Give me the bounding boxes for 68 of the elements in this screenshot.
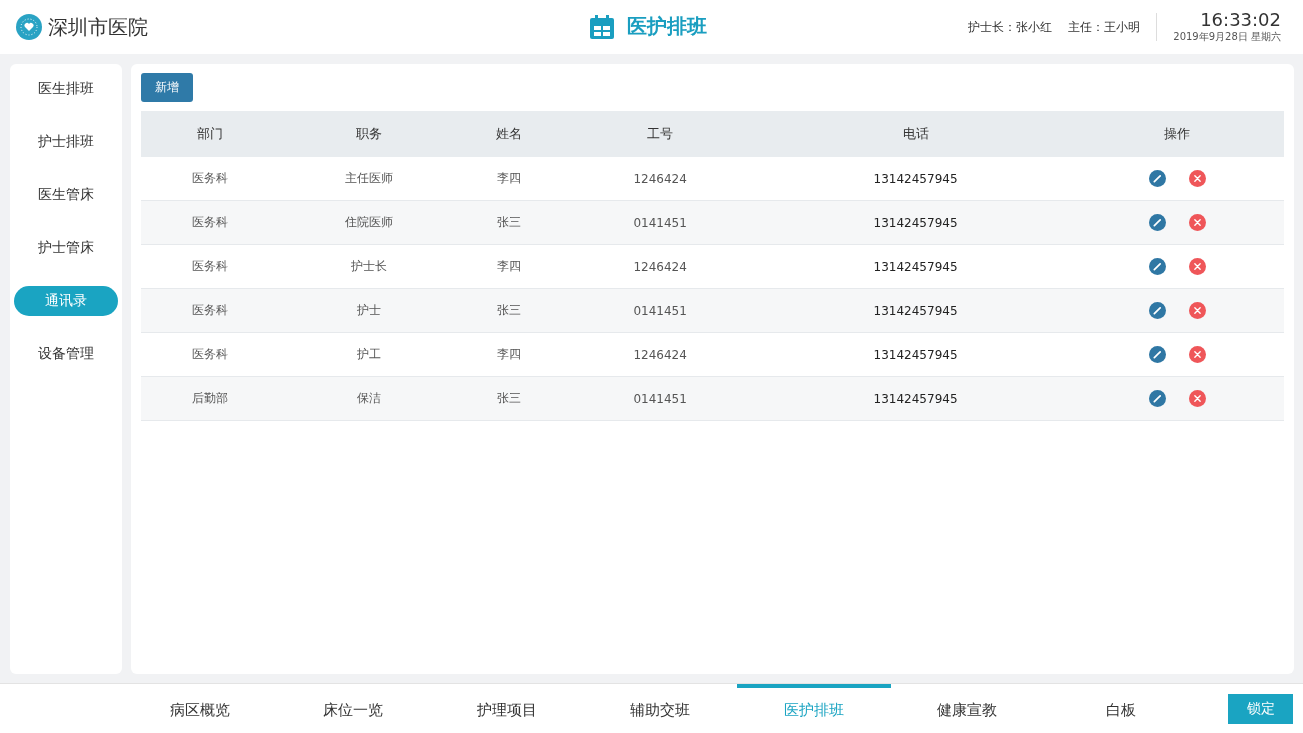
delete-icon[interactable] bbox=[1188, 214, 1206, 231]
table-cell: 医务科 bbox=[141, 200, 279, 245]
table-cell: 0141451 bbox=[559, 376, 761, 421]
table-cell: 13142457945 bbox=[760, 376, 1071, 421]
director-label: 主任：王小明 bbox=[1068, 18, 1141, 36]
delete-icon[interactable] bbox=[1188, 258, 1206, 275]
table-cell: 13142457945 bbox=[760, 288, 1071, 333]
delete-icon[interactable] bbox=[1188, 390, 1206, 407]
sidebar-item[interactable]: 护士排班 bbox=[14, 127, 118, 157]
column-header: 部门 bbox=[141, 111, 279, 157]
table-cell: 医务科 bbox=[141, 288, 279, 333]
table-cell: 医务科 bbox=[141, 244, 279, 289]
nav-tab[interactable]: 病区概览 bbox=[123, 684, 277, 733]
column-header: 电话 bbox=[760, 111, 1071, 157]
column-header: 职务 bbox=[278, 111, 459, 157]
hospital-name: 深圳市医院 bbox=[48, 13, 148, 41]
table-cell: 医务科 bbox=[141, 157, 279, 201]
delete-icon[interactable] bbox=[1188, 170, 1206, 187]
table-cell: 张三 bbox=[458, 200, 560, 245]
table-cell: 保洁 bbox=[278, 376, 459, 421]
table-cell: 13142457945 bbox=[760, 200, 1071, 245]
sidebar-item[interactable]: 设备管理 bbox=[14, 339, 118, 369]
delete-icon[interactable] bbox=[1188, 302, 1206, 319]
nav-tab[interactable]: 辅助交班 bbox=[583, 684, 737, 733]
add-button[interactable]: 新增 bbox=[141, 73, 193, 102]
edit-icon[interactable] bbox=[1148, 258, 1166, 275]
clock-time: 16:33:02 bbox=[1200, 10, 1281, 30]
hospital-logo-icon bbox=[16, 14, 42, 40]
edit-icon[interactable] bbox=[1148, 214, 1166, 231]
edit-icon[interactable] bbox=[1148, 390, 1166, 407]
table-cell: 1246424 bbox=[559, 244, 761, 289]
column-header: 姓名 bbox=[458, 111, 560, 157]
edit-icon[interactable] bbox=[1148, 302, 1166, 319]
table-cell: 1246424 bbox=[559, 157, 761, 201]
table-cell: 李四 bbox=[458, 157, 560, 201]
table-cell: 主任医师 bbox=[278, 157, 459, 201]
table-cell: 后勤部 bbox=[141, 376, 279, 421]
column-header: 操作 bbox=[1070, 111, 1284, 157]
nav-tab[interactable]: 床位一览 bbox=[276, 684, 430, 733]
table-cell: 李四 bbox=[458, 244, 560, 289]
column-header: 工号 bbox=[559, 111, 761, 157]
head-nurse-label: 护士长：张小红 bbox=[968, 18, 1053, 36]
table-cell: 住院医师 bbox=[278, 200, 459, 245]
edit-icon[interactable] bbox=[1148, 170, 1166, 187]
table-cell: 李四 bbox=[458, 332, 560, 377]
table-cell: 张三 bbox=[458, 376, 560, 421]
sidebar-item[interactable]: 医生排班 bbox=[14, 74, 118, 104]
table-cell: 13142457945 bbox=[760, 157, 1071, 201]
edit-icon[interactable] bbox=[1148, 346, 1166, 363]
nav-tab[interactable]: 护理项目 bbox=[430, 684, 584, 733]
table-cell: 13142457945 bbox=[760, 332, 1071, 377]
table-cell: 护工 bbox=[278, 332, 459, 377]
table-cell: 护士 bbox=[278, 288, 459, 333]
table-cell: 0141451 bbox=[559, 288, 761, 333]
nav-tab[interactable]: 白板 bbox=[1044, 684, 1198, 733]
table-cell: 张三 bbox=[458, 288, 560, 333]
nav-tab[interactable]: 健康宣教 bbox=[890, 684, 1044, 733]
table-cell: 0141451 bbox=[559, 200, 761, 245]
table-cell: 护士长 bbox=[278, 244, 459, 289]
delete-icon[interactable] bbox=[1188, 346, 1206, 363]
table-cell: 1246424 bbox=[559, 332, 761, 377]
sidebar-item[interactable]: 医生管床 bbox=[14, 180, 118, 210]
table-cell: 医务科 bbox=[141, 332, 279, 377]
page-title: 医护排班 bbox=[627, 13, 707, 40]
table-cell: 13142457945 bbox=[760, 244, 1071, 289]
clock-date: 2019年9月28日 星期六 bbox=[1173, 30, 1281, 44]
sidebar-item[interactable]: 护士管床 bbox=[14, 233, 118, 263]
calendar-icon bbox=[589, 13, 615, 40]
